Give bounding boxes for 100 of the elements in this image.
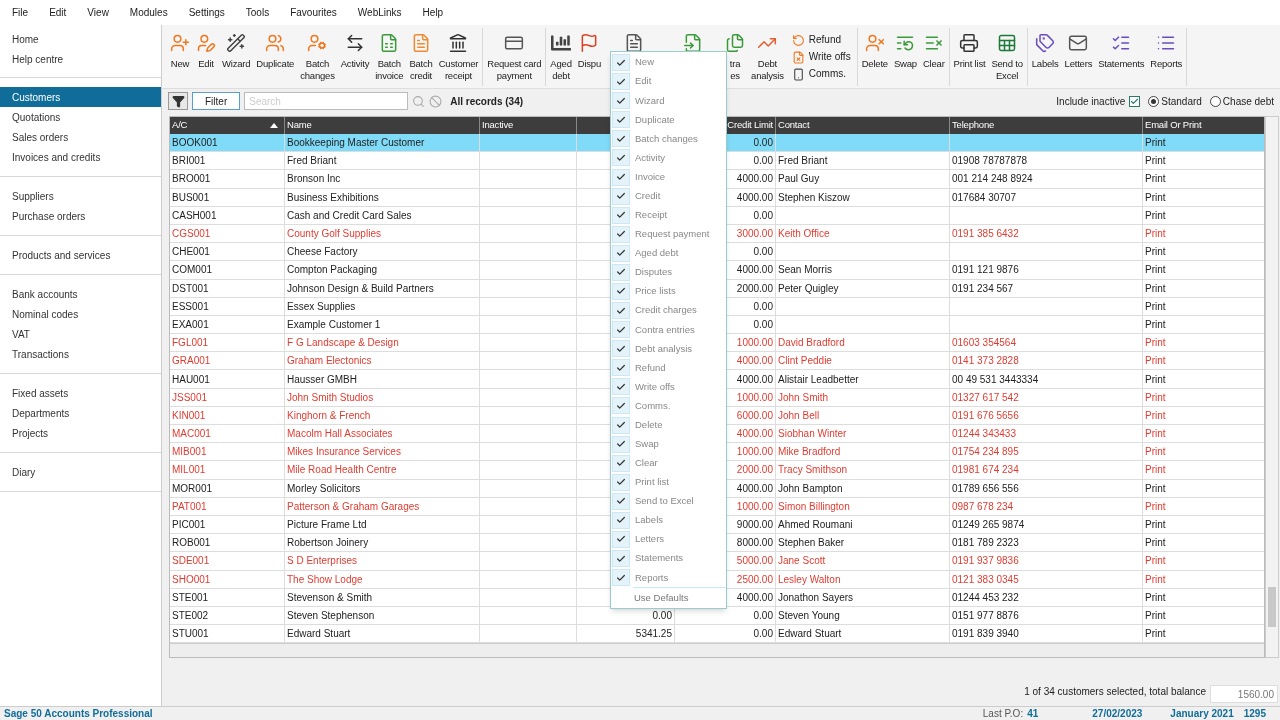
sidebar-item[interactable]: Projects	[0, 423, 161, 443]
sidebar-item[interactable]: Products and services	[0, 245, 161, 265]
sidebar-item[interactable]: Bank accounts	[0, 284, 161, 304]
menu-item[interactable]: Help	[422, 5, 444, 20]
toolbar-button[interactable]: Batch credit	[407, 28, 435, 86]
checkbox[interactable]	[612, 340, 630, 358]
checkbox[interactable]	[612, 302, 630, 320]
menu-check-item[interactable]: New	[611, 53, 726, 73]
checkbox[interactable]	[612, 168, 630, 186]
toolbar-button[interactable]: New	[168, 28, 192, 86]
menu-check-item[interactable]: Wizard	[611, 91, 726, 111]
checkbox[interactable]	[612, 130, 630, 148]
sidebar-item[interactable]: Quotations	[0, 107, 161, 127]
sidebar-item[interactable]: VAT	[0, 324, 161, 344]
checkbox[interactable]	[612, 149, 630, 167]
spreadsheet-icon	[997, 33, 1018, 53]
toolbar-button[interactable]: Statements	[1096, 28, 1147, 86]
table-cell: STE002	[170, 606, 285, 625]
sidebar-item[interactable]: Suppliers	[0, 186, 161, 206]
sidebar-item[interactable]: Invoices and credits	[0, 147, 161, 167]
view-radio[interactable]: Standard	[1148, 93, 1202, 109]
sidebar-item[interactable]: Purchase orders	[0, 206, 161, 226]
checkbox[interactable]	[612, 92, 630, 110]
check-icon	[616, 95, 626, 106]
toolbar-button[interactable]: Write offs	[791, 49, 851, 65]
toolbar-button[interactable]: Activity	[338, 28, 372, 86]
checkbox[interactable]	[612, 435, 630, 453]
checkbox[interactable]	[612, 206, 630, 224]
toolbar-button[interactable]: Batch changes	[298, 28, 337, 86]
checkbox[interactable]	[612, 54, 630, 72]
menu-item[interactable]: Edit	[49, 5, 67, 20]
table-cell: 00 49 531 3443334	[950, 370, 1143, 388]
sidebar-item[interactable]: Sales orders	[0, 127, 161, 147]
toolbar-button[interactable]: Reports	[1148, 28, 1185, 86]
last-po-label: Last P.O:	[982, 707, 1024, 720]
toolbar-button[interactable]: Comms.	[791, 66, 851, 82]
toolbar-button[interactable]: tra es	[723, 28, 748, 86]
menu-item[interactable]: File	[12, 5, 29, 20]
checkbox[interactable]	[612, 244, 630, 262]
horizontal-scrollbar[interactable]	[170, 643, 1264, 658]
checkbox[interactable]	[612, 569, 630, 587]
sidebar-item[interactable]: Departments	[0, 403, 161, 423]
toolbar-button[interactable]: Edit	[194, 28, 218, 86]
check-icon	[616, 191, 626, 202]
menu-item[interactable]: Settings	[188, 5, 225, 20]
table-cell: 0191 676 5656	[950, 406, 1143, 424]
toolbar-button[interactable]: Send to Excel	[989, 28, 1025, 86]
menu-item[interactable]: Tools	[245, 5, 270, 20]
checkbox[interactable]	[612, 321, 630, 339]
toolbar-button[interactable]: Swap	[891, 28, 919, 86]
toolbar-button[interactable]: Refund	[791, 32, 851, 48]
menu-item[interactable]: Favourites	[290, 5, 337, 20]
checkbox[interactable]	[612, 73, 630, 91]
sidebar-item[interactable]: Fixed assets	[0, 383, 161, 403]
checkbox[interactable]	[612, 416, 630, 434]
toolbar-button[interactable]: Dispu	[575, 28, 604, 86]
checkbox[interactable]	[612, 397, 630, 415]
filter-toggle-button[interactable]	[168, 92, 188, 110]
checkbox[interactable]	[612, 511, 630, 529]
sidebar-item[interactable]: Customers	[0, 87, 161, 107]
toolbar-button[interactable]: Print list	[951, 28, 988, 86]
vertical-scrollbar[interactable]	[1265, 116, 1279, 659]
menu-item[interactable]: Modules	[129, 5, 168, 20]
menu-item[interactable]: View	[87, 5, 109, 20]
menu-check-item[interactable]: Reports	[611, 568, 726, 588]
toolbar-button[interactable]: Clear	[920, 28, 947, 86]
sidebar-item[interactable]: Home	[0, 29, 161, 49]
sidebar-item[interactable]: Diary	[0, 462, 161, 482]
checkbox[interactable]	[612, 111, 630, 129]
sidebar-item[interactable]: Transactions	[0, 344, 161, 364]
toolbar-button[interactable]: Duplicate	[254, 28, 297, 86]
toolbar-button[interactable]: Letters	[1062, 28, 1095, 86]
sidebar-item[interactable]: Help centre	[0, 49, 161, 69]
checkbox[interactable]	[612, 454, 630, 472]
sidebar-item[interactable]: Nominal codes	[0, 304, 161, 324]
checkbox[interactable]	[612, 263, 630, 281]
checkbox[interactable]	[612, 473, 630, 491]
toolbar-button[interactable]: Request card payment	[485, 28, 544, 86]
table-cell: 01249 265 9874	[950, 515, 1143, 534]
table-cell: KIN001	[170, 406, 285, 424]
checkbox[interactable]	[612, 187, 630, 205]
checkbox[interactable]	[612, 531, 630, 548]
toolbar-button[interactable]: Debt analysis	[749, 28, 786, 86]
menu-check-item[interactable]: Edit	[611, 72, 726, 92]
checkbox[interactable]	[612, 550, 630, 568]
checkbox[interactable]	[612, 225, 630, 243]
checkbox[interactable]	[612, 492, 630, 510]
toolbar-button[interactable]: Wizard	[220, 28, 253, 86]
checkbox[interactable]	[612, 282, 630, 300]
toolbar-button[interactable]: Delete	[859, 28, 890, 86]
checkbox[interactable]	[612, 359, 630, 377]
checkbox[interactable]	[612, 378, 630, 396]
filter-button[interactable]: Filter	[192, 92, 241, 110]
toolbar-button[interactable]: Labels	[1029, 28, 1061, 86]
view-radio[interactable]: Chase debt	[1209, 93, 1274, 109]
toolbar-button[interactable]: Batch invoice	[373, 28, 406, 86]
menu-item[interactable]: WebLinks	[357, 5, 402, 20]
toolbar-button[interactable]: Customer receipt	[436, 28, 481, 86]
toolbar-button[interactable]: Aged debt	[548, 28, 574, 86]
menu-check-item[interactable]: Duplicate	[611, 110, 726, 130]
